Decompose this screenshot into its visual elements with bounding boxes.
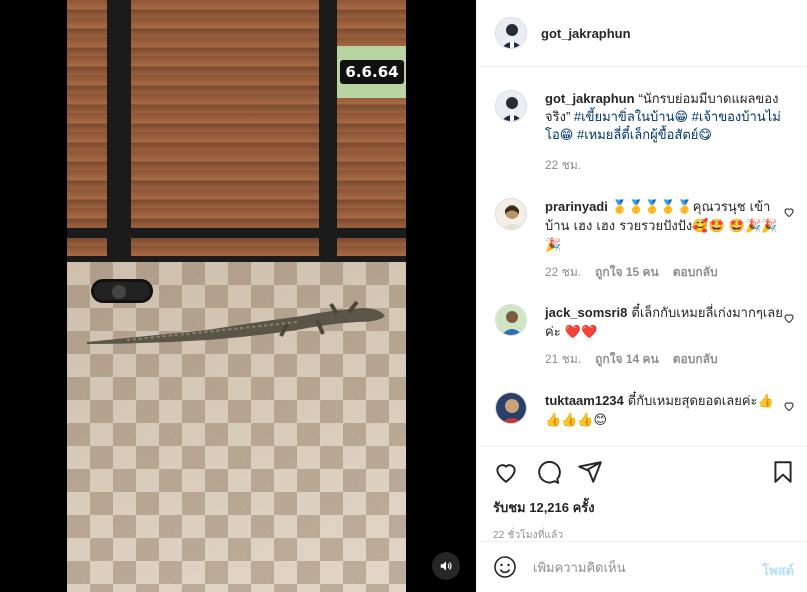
comment-username[interactable]: prarinyadi xyxy=(545,199,608,214)
reply-button[interactable]: ตอบกลับ xyxy=(673,350,718,368)
date-sticker: 6.6.64 xyxy=(337,46,406,98)
monitor-lizard xyxy=(87,300,385,344)
heart-icon[interactable] xyxy=(783,206,795,218)
post-header: got_jakraphun xyxy=(477,0,807,67)
caption: got_jakraphun “นักรบย่อมมีบาดแผลของจริง” … xyxy=(495,90,795,174)
add-comment-bar: โพสต์ xyxy=(477,541,807,592)
comment-item: tuktaam1234 ตี๋กับเหมยสุดยอดเลยค่ะ👍👍👍👍😊 xyxy=(495,392,795,430)
date-sticker-text: 6.6.64 xyxy=(340,60,404,84)
heart-icon[interactable] xyxy=(783,400,795,412)
comment-body: jack_somsri8 ตี๋เล็กกับเหมยลี่เก่งมากๆเลย… xyxy=(545,304,789,368)
caption-body: got_jakraphun “นักรบย่อมมีบาดแผลของจริง” … xyxy=(545,90,789,174)
hashtag-link[interactable]: #เขี้ยมาขิ่ลในบ้าน😁 xyxy=(574,109,688,124)
comment-time[interactable]: 21 ชม. xyxy=(545,350,581,368)
comment-likes[interactable]: ถูกใจ 15 คน xyxy=(595,263,659,281)
sound-toggle-button[interactable] xyxy=(432,552,460,580)
comment-item: prarinyadi 🥇🥇🥇🥇🥇คุณวรนุช เข้าบ้าน เฮง เฮง… xyxy=(495,198,795,281)
commenter-avatar[interactable] xyxy=(495,304,527,336)
comment-username[interactable]: tuktaam1234 xyxy=(545,393,624,408)
bookmark-icon[interactable] xyxy=(770,459,796,485)
author-username[interactable]: got_jakraphun xyxy=(541,26,631,41)
emoji-icon[interactable] xyxy=(493,555,517,579)
comment-item: jack_somsri8 ตี๋เล็กกับเหมยลี่เก่งมากๆเลย… xyxy=(495,304,795,368)
heart-icon[interactable] xyxy=(493,459,519,485)
post-media[interactable]: 6.6.64 xyxy=(0,0,476,592)
post-side-panel: got_jakraphun got_jakraphun “นักรบย่อมมีบ… xyxy=(476,0,807,592)
view-count[interactable]: รับชม 12,216 ครั้ง xyxy=(477,497,807,518)
author-avatar[interactable] xyxy=(495,17,527,49)
comment-body: tuktaam1234 ตี๋กับเหมยสุดยอดเลยค่ะ👍👍👍👍😊 xyxy=(545,392,789,430)
reply-button[interactable]: ตอบกลับ xyxy=(673,263,718,281)
caption-time[interactable]: 22 ชม. xyxy=(545,156,581,174)
gate-post xyxy=(107,0,131,282)
comment-username[interactable]: jack_somsri8 xyxy=(545,305,627,320)
comment-meta: 21 ชม. ถูกใจ 14 คน ตอบกลับ xyxy=(545,350,789,368)
caption-meta: 22 ชม. xyxy=(545,156,789,174)
comment-likes[interactable]: ถูกใจ 14 คน xyxy=(595,350,659,368)
comment-body: prarinyadi 🥇🥇🥇🥇🥇คุณวรนุช เข้าบ้าน เฮง เฮง… xyxy=(545,198,789,281)
hashtag-link[interactable]: #เหมยลี่ตี๋เล็กผู้ขื้อสัตย์😋 xyxy=(577,127,712,142)
commenter-avatar[interactable] xyxy=(495,198,527,230)
speaker-icon xyxy=(440,561,452,571)
comments-list: got_jakraphun “นักรบย่อมมีบาดแผลของจริง” … xyxy=(477,68,807,446)
video-frame[interactable]: 6.6.64 xyxy=(67,0,406,592)
comment-meta: 22 ชม. ถูกใจ 15 คน ตอบกลับ xyxy=(545,263,789,281)
commenter-avatar[interactable] xyxy=(495,392,527,424)
comment-icon[interactable] xyxy=(535,459,561,485)
comment-time[interactable]: 22 ชม. xyxy=(545,263,581,281)
instagram-post-modal: 6.6.64 got_jakraphun got_jakraphun “นักร… xyxy=(0,0,807,592)
share-icon[interactable] xyxy=(577,459,603,485)
caption-username[interactable]: got_jakraphun xyxy=(545,91,635,106)
gate-rail xyxy=(67,228,406,238)
caption-avatar[interactable] xyxy=(495,90,527,122)
post-comment-button[interactable]: โพสต์ xyxy=(762,560,794,581)
comment-input[interactable] xyxy=(533,559,733,575)
post-actions: รับชม 12,216 ครั้ง 22 ชั่วโมงที่แล้ว xyxy=(477,446,807,543)
heart-icon[interactable] xyxy=(783,312,795,324)
action-icons xyxy=(477,447,807,497)
